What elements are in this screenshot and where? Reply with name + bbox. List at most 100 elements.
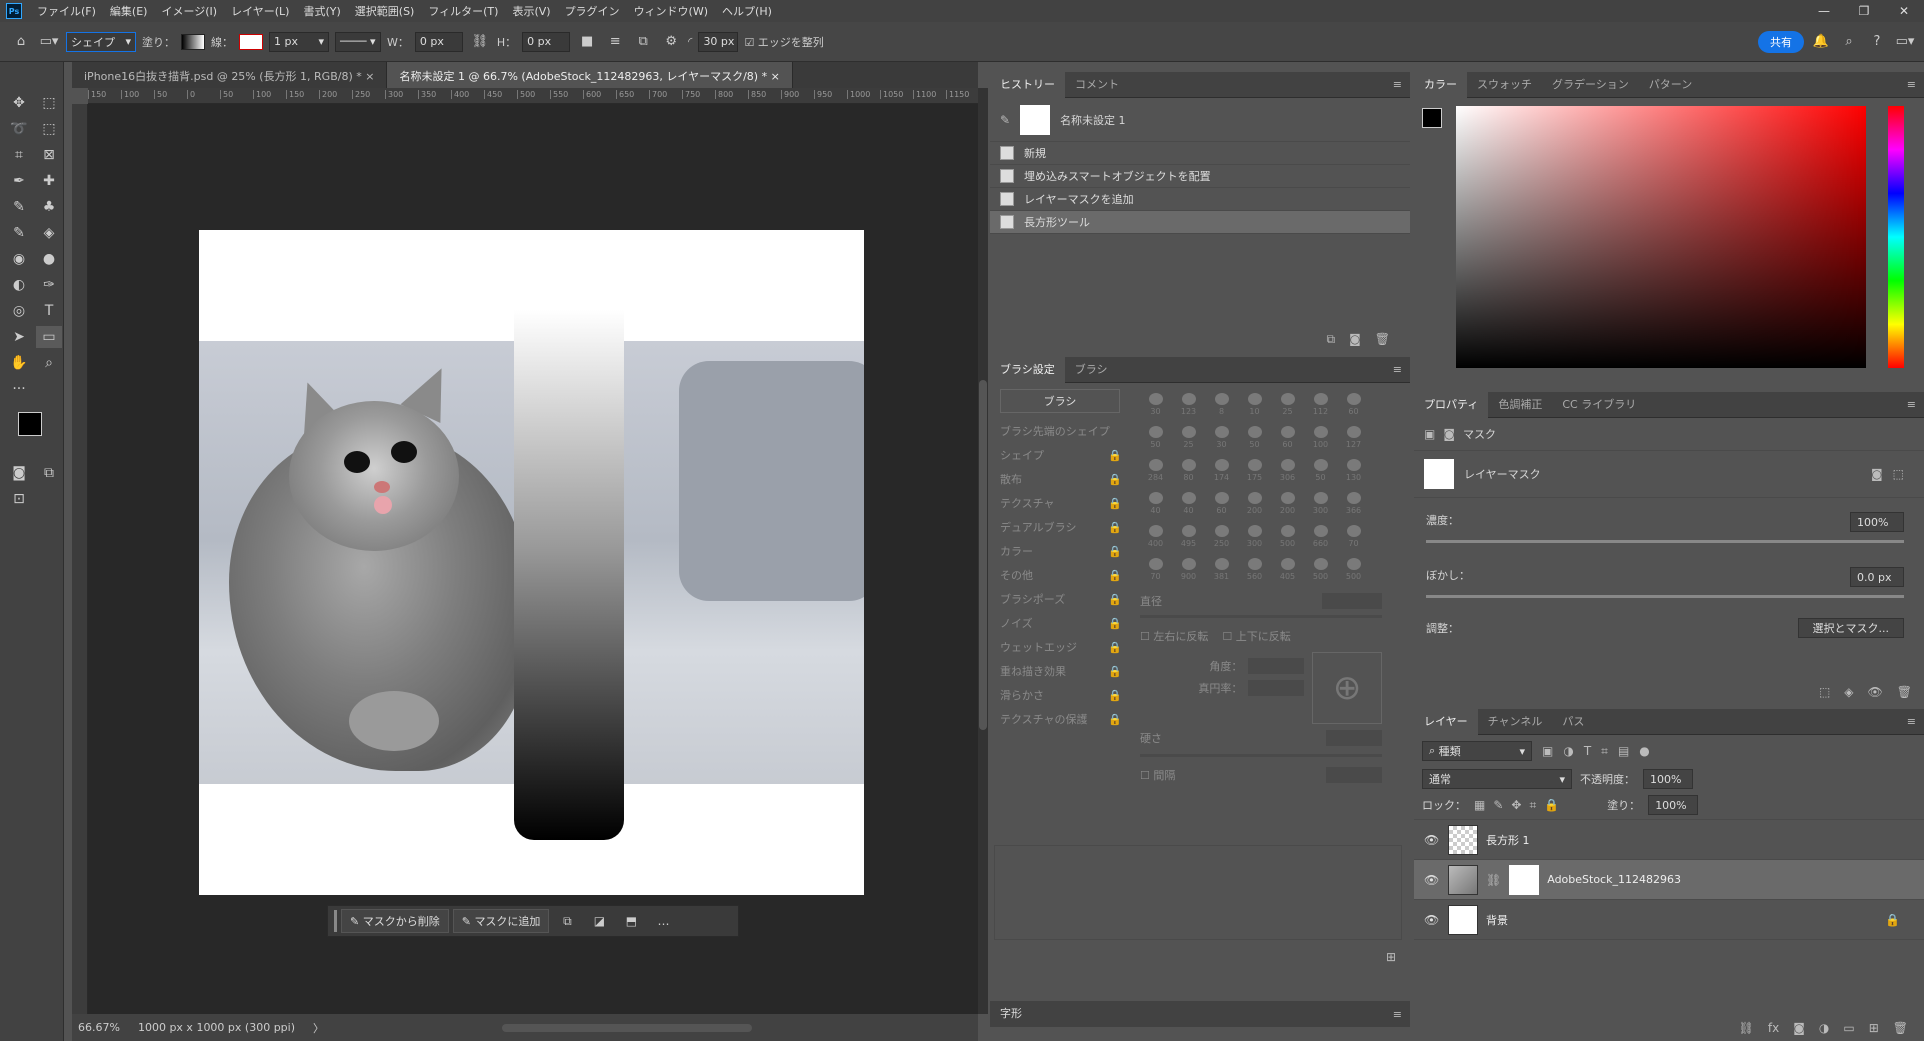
angle-field[interactable] — [1248, 658, 1305, 674]
brush-tip-preset[interactable]: 25 — [1173, 422, 1204, 453]
link-icon[interactable]: ⛓ — [469, 34, 491, 49]
flip-x-checkbox[interactable]: ☐ 左右に反転 — [1140, 628, 1208, 644]
path-arrangement-icon[interactable]: ⧉ — [632, 34, 654, 49]
pixel-mask-icon[interactable]: ▣ — [1424, 427, 1435, 441]
brush-tip-preset[interactable]: 60 — [1338, 389, 1369, 420]
density-field[interactable]: 100% — [1850, 512, 1904, 532]
layer-row[interactable]: 👁 ⛓ AdobeStock_112482963 — [1414, 860, 1924, 900]
layer-style-icon[interactable]: fx — [1768, 1021, 1779, 1035]
paint-bucket-icon[interactable]: ◉ — [6, 248, 32, 270]
width-field[interactable]: 0 px — [414, 31, 463, 52]
menu-window[interactable]: ウィンドウ(W) — [627, 3, 715, 19]
add-to-mask-button[interactable]: ✎ マスクに追加 — [452, 909, 550, 933]
trash-icon[interactable]: 🗑 — [1897, 685, 1912, 699]
filter-shape-icon[interactable]: ⌗ — [1601, 744, 1608, 759]
brush-tip-preset[interactable]: 300 — [1239, 521, 1270, 552]
brush-option[interactable]: 滑らかさ 🔒 — [990, 683, 1130, 707]
stroke-type-select[interactable]: ──── ▾ — [335, 31, 381, 52]
brush-option[interactable]: その他 🔒 — [990, 563, 1130, 587]
help-icon[interactable]: ? — [1866, 34, 1888, 49]
brush-tip-preset[interactable]: 40 — [1173, 488, 1204, 519]
path-operations-icon[interactable]: ■ — [576, 34, 598, 49]
brush-tip-preset[interactable]: 495 — [1173, 521, 1204, 552]
brush-tip-preset[interactable]: 175 — [1239, 455, 1270, 486]
brush-tip-preset[interactable]: 900 — [1173, 554, 1204, 585]
brush-tip-preset[interactable]: 50 — [1239, 422, 1270, 453]
drag-handle[interactable] — [334, 910, 337, 932]
panel-menu-icon[interactable]: ≡ — [1907, 715, 1916, 728]
document-canvas[interactable] — [199, 230, 864, 895]
tab-document-2[interactable]: 名称未設定 1 @ 66.7% (AdobeStock_112482963, レ… — [387, 62, 793, 88]
mask-properties-icon[interactable]: ⧉ — [553, 914, 581, 929]
menu-filter[interactable]: フィルター(T) — [421, 3, 505, 19]
lock-icon[interactable]: 🔒 — [1108, 665, 1122, 678]
eyedropper-tool-icon[interactable]: ✒ — [6, 170, 32, 192]
marquee-tool-icon[interactable]: ⬚ — [36, 92, 62, 114]
lock-pixels-icon[interactable]: ✎ — [1493, 798, 1503, 812]
brush-tip-preset[interactable]: 60 — [1272, 422, 1303, 453]
flip-y-checkbox[interactable]: ☐ 上下に反転 — [1222, 628, 1290, 644]
brush-option[interactable]: 重ね描き効果 🔒 — [990, 659, 1130, 683]
apply-mask-icon[interactable]: ◈ — [1844, 685, 1853, 699]
density-slider[interactable] — [1426, 540, 1904, 543]
filter-pixel-icon[interactable]: ▣ — [1542, 744, 1553, 758]
blend-mode-select[interactable]: 通常 ▾ — [1422, 769, 1572, 789]
tab-swatches[interactable]: スウォッチ — [1467, 72, 1542, 98]
eye-icon[interactable]: 👁 — [1868, 685, 1883, 699]
brush-tip-preset[interactable]: 40 — [1140, 488, 1171, 519]
filter-type-icon[interactable]: T — [1584, 744, 1591, 758]
brush-option[interactable]: テクスチャ 🔒 — [990, 491, 1130, 515]
brush-tip-preset[interactable]: 306 — [1272, 455, 1303, 486]
hand-tool-icon[interactable]: ✋ — [6, 352, 32, 374]
feather-slider[interactable] — [1426, 595, 1904, 598]
layer-visibility-eye-icon[interactable]: 👁 — [1424, 833, 1440, 847]
tab-patterns[interactable]: パターン — [1639, 72, 1702, 98]
brush-tip-preset[interactable]: 70 — [1338, 521, 1369, 552]
history-brush-icon[interactable]: ✎ — [6, 222, 32, 244]
brush-tip-preset[interactable]: 112 — [1305, 389, 1336, 420]
vector-mask-icon[interactable]: ◙ — [1443, 427, 1455, 441]
lock-transparent-icon[interactable]: ▦ — [1474, 798, 1485, 812]
history-brush-source-icon[interactable]: ✎ — [1000, 113, 1010, 127]
brush-option[interactable]: ウェットエッジ 🔒 — [990, 635, 1130, 659]
history-item[interactable]: レイヤーマスクを追加 — [990, 188, 1410, 211]
trash-icon[interactable]: 🗑 — [1893, 1021, 1908, 1035]
lock-icon[interactable]: 🔒 — [1108, 713, 1122, 726]
path-tool-icon[interactable]: ◎ — [6, 300, 32, 322]
artboard-icon[interactable]: ⊡ — [6, 488, 32, 510]
tab-close-icon[interactable]: × — [365, 70, 374, 83]
brush-option[interactable]: カラー 🔒 — [990, 539, 1130, 563]
new-layer-icon[interactable]: ⊞ — [1869, 1021, 1879, 1035]
stamp-tool-icon[interactable]: ♣ — [36, 196, 62, 218]
new-document-from-state-icon[interactable]: ⧉ — [1327, 332, 1336, 347]
brush-tip-preset[interactable]: 200 — [1272, 488, 1303, 519]
color-picker-field[interactable] — [1456, 106, 1866, 368]
brush-tip-preset[interactable]: 100 — [1305, 422, 1336, 453]
menu-type[interactable]: 書式(Y) — [296, 3, 347, 19]
brush-tip-preset[interactable]: 70 — [1140, 554, 1171, 585]
brush-angle-preview-icon[interactable]: ⊕ — [1312, 652, 1382, 724]
menu-help[interactable]: ヘルプ(H) — [715, 3, 779, 19]
rectangle-tool-icon[interactable]: ▭ — [36, 326, 62, 348]
hardness-slider[interactable] — [1140, 754, 1382, 757]
tab-gradients[interactable]: グラデーション — [1542, 72, 1639, 98]
tab-close-icon[interactable]: × — [771, 70, 780, 83]
brush-tip-preset[interactable]: 300 — [1305, 488, 1336, 519]
tab-comments[interactable]: コメント — [1065, 72, 1129, 98]
tab-glyphs[interactable]: 字形 — [990, 1001, 1032, 1027]
fill-opacity-field[interactable]: 100% — [1648, 795, 1699, 815]
layer-visibility-eye-icon[interactable]: 👁 — [1424, 913, 1440, 927]
brush-tip-preset[interactable]: 25 — [1272, 389, 1303, 420]
menu-file[interactable]: ファイル(F) — [30, 3, 103, 19]
height-field[interactable]: 0 px — [522, 31, 571, 52]
brush-tip-preset[interactable]: 500 — [1305, 554, 1336, 585]
link-layers-icon[interactable]: ⛓ — [1739, 1021, 1754, 1035]
roundness-field[interactable] — [1248, 680, 1305, 696]
spacing-checkbox[interactable]: ☐ 間隔 — [1140, 767, 1175, 783]
brush-tip-preset[interactable]: 560 — [1239, 554, 1270, 585]
search-icon[interactable]: ⌕ — [1838, 34, 1860, 49]
brush-tip-preset[interactable]: 50 — [1140, 422, 1171, 453]
menu-view[interactable]: 表示(V) — [505, 3, 557, 19]
trash-icon[interactable]: 🗑 — [1375, 332, 1390, 347]
menu-edit[interactable]: 編集(E) — [103, 3, 155, 19]
